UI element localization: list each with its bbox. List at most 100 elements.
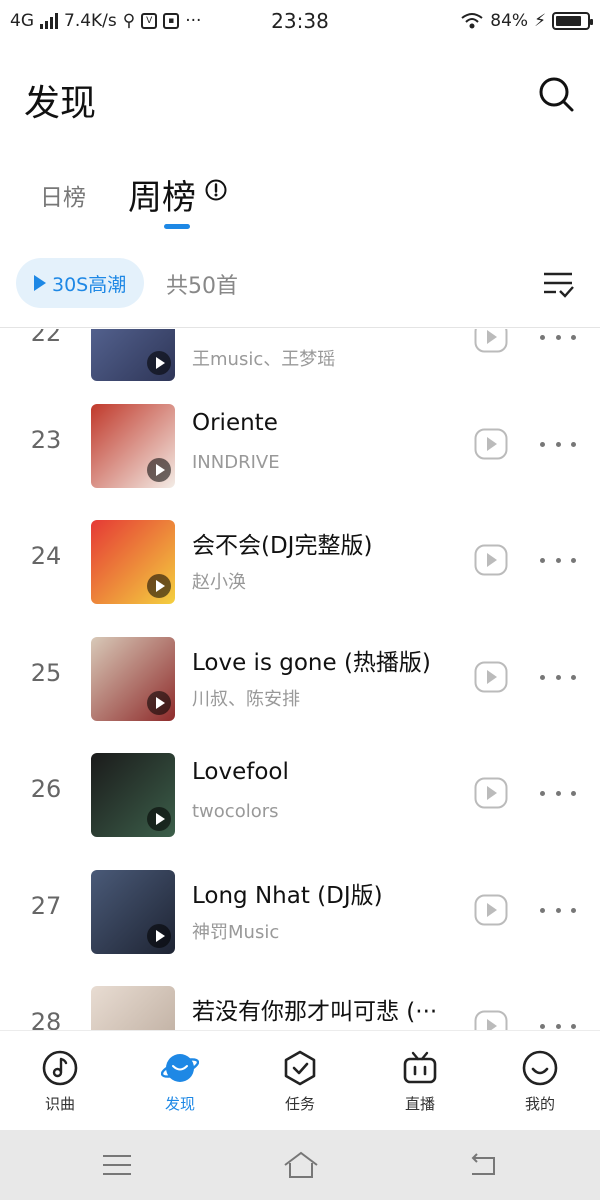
nav-item-mine[interactable]: 我的	[480, 1031, 600, 1130]
song-row[interactable]: 23 Oriente INNDRIVE	[0, 388, 600, 504]
menu-icon[interactable]	[100, 1150, 134, 1180]
song-list: 22 王music、王梦瑶 23 Oriente INNDRIVE 24 会不会…	[0, 329, 600, 1030]
page-title: 发现	[24, 83, 97, 124]
app-notification-icon-2: ▪	[163, 13, 180, 29]
song-row[interactable]: 26 Lovefool twocolors	[0, 737, 600, 853]
nav-label: 直播	[404, 1095, 435, 1113]
song-title: 若没有你那才叫可悲 (···	[192, 999, 438, 1025]
tab-daily[interactable]: 日榜	[40, 178, 86, 212]
cover-play-icon[interactable]	[147, 807, 171, 831]
home-icon[interactable]	[282, 1150, 320, 1180]
play-button-icon[interactable]	[474, 894, 508, 926]
back-icon[interactable]	[466, 1150, 500, 1180]
nav-label: 我的	[524, 1095, 555, 1113]
signal-icon	[40, 13, 58, 29]
network-speed: 7.4K/s	[64, 11, 117, 31]
play-highlights-label: 30S高潮	[52, 273, 127, 296]
play-highlights-button[interactable]: 30S高潮	[16, 258, 145, 308]
wifi-icon	[461, 13, 483, 29]
song-cover	[91, 520, 175, 604]
play-button-icon[interactable]	[474, 777, 508, 809]
app-notification-icon: V	[141, 13, 158, 29]
play-button-icon[interactable]	[474, 544, 508, 576]
network-type: 4G	[10, 11, 34, 31]
song-row[interactable]: 22 王music、王梦瑶	[0, 329, 600, 397]
info-icon[interactable]	[204, 178, 228, 202]
search-icon[interactable]	[536, 74, 576, 114]
more-options-icon[interactable]	[540, 329, 576, 347]
cover-play-icon[interactable]	[147, 351, 171, 375]
usb-icon: ⚲	[122, 11, 136, 31]
song-artist: twocolors	[192, 801, 279, 822]
song-rank: 26	[30, 775, 62, 803]
nav-label: 识曲	[44, 1095, 75, 1113]
play-button-icon[interactable]	[474, 329, 508, 353]
nav-label: 任务	[284, 1095, 315, 1113]
tab-weekly[interactable]: 周榜	[128, 170, 196, 219]
tv-icon	[403, 1051, 437, 1084]
song-cover	[91, 637, 175, 721]
smiley-icon	[522, 1050, 558, 1086]
chart-tabs: 日榜 周榜	[0, 160, 600, 230]
song-row[interactable]: 25 Love is gone (热播版) 川叔、陈安排	[0, 621, 600, 737]
header: 发现	[0, 60, 600, 140]
song-artist: 王music、王梦瑶	[192, 349, 336, 370]
more-options-icon[interactable]	[540, 783, 576, 803]
nav-item-discover[interactable]: 发现	[120, 1031, 240, 1130]
battery-fill	[556, 16, 582, 26]
song-cover	[91, 329, 175, 381]
song-row[interactable]: 27 Long Nhat (DJ版) 神罚Music	[0, 854, 600, 970]
song-rank: 27	[30, 892, 62, 920]
cover-play-icon[interactable]	[147, 691, 171, 715]
song-artist: 川叔、陈安排	[192, 689, 300, 710]
more-options-icon[interactable]	[540, 1016, 576, 1030]
nav-item-tasks[interactable]: 任务	[240, 1031, 360, 1130]
song-artist: 神罚Music	[192, 922, 280, 943]
song-title: Oriente	[192, 410, 278, 436]
shield-check-icon	[284, 1050, 316, 1086]
active-tab-indicator	[164, 224, 190, 229]
nav-item-live[interactable]: 直播	[360, 1031, 480, 1130]
more-options-icon[interactable]	[540, 434, 576, 454]
song-title: 会不会(DJ完整版)	[192, 533, 373, 559]
charging-icon: ⚡	[534, 11, 546, 31]
song-title: Lovefool	[192, 759, 289, 785]
song-cover	[91, 986, 175, 1030]
song-cover	[91, 870, 175, 954]
system-nav-bar	[0, 1130, 600, 1200]
nav-item-recognize[interactable]: 识曲	[0, 1031, 120, 1130]
more-options-icon[interactable]	[540, 550, 576, 570]
list-toolbar: 30S高潮 共50首	[0, 250, 600, 328]
song-rank: 24	[30, 542, 62, 570]
more-options-icon[interactable]	[540, 667, 576, 687]
cover-play-icon[interactable]	[147, 924, 171, 948]
nav-label: 发现	[164, 1095, 195, 1113]
play-button-icon[interactable]	[474, 1010, 508, 1030]
multi-select-icon[interactable]	[540, 266, 576, 302]
status-bar: 4G 7.4K/s ⚲ V ▪ ··· 23:38 84% ⚡	[0, 0, 600, 42]
song-row[interactable]: 28 若没有你那才叫可悲 (···	[0, 970, 600, 1030]
cover-play-icon[interactable]	[147, 458, 171, 482]
planet-icon	[161, 1054, 199, 1082]
song-artist: 赵小涣	[192, 572, 246, 593]
battery-percent: 84%	[490, 11, 529, 31]
more-notifications-icon: ···	[185, 11, 202, 31]
song-row[interactable]: 24 会不会(DJ完整版) 赵小涣	[0, 504, 600, 620]
song-artist: INNDRIVE	[192, 452, 280, 473]
play-button-icon[interactable]	[474, 661, 508, 693]
song-title: Love is gone (热播版)	[192, 650, 431, 676]
song-count: 共50首	[166, 274, 238, 299]
status-left: 4G 7.4K/s ⚲ V ▪ ···	[10, 11, 201, 31]
song-cover	[91, 753, 175, 837]
more-options-icon[interactable]	[540, 900, 576, 920]
song-title: Long Nhat (DJ版)	[192, 883, 383, 909]
music-note-icon	[42, 1050, 78, 1086]
song-rank: 23	[30, 426, 62, 454]
song-rank: 25	[30, 659, 62, 687]
battery-icon	[552, 12, 593, 30]
play-button-icon[interactable]	[474, 428, 508, 460]
bottom-nav: 识曲 发现 任务 直播 我的	[0, 1030, 600, 1130]
song-rank: 22	[30, 329, 62, 347]
cover-play-icon[interactable]	[147, 574, 171, 598]
status-right: 84% ⚡	[460, 11, 593, 31]
